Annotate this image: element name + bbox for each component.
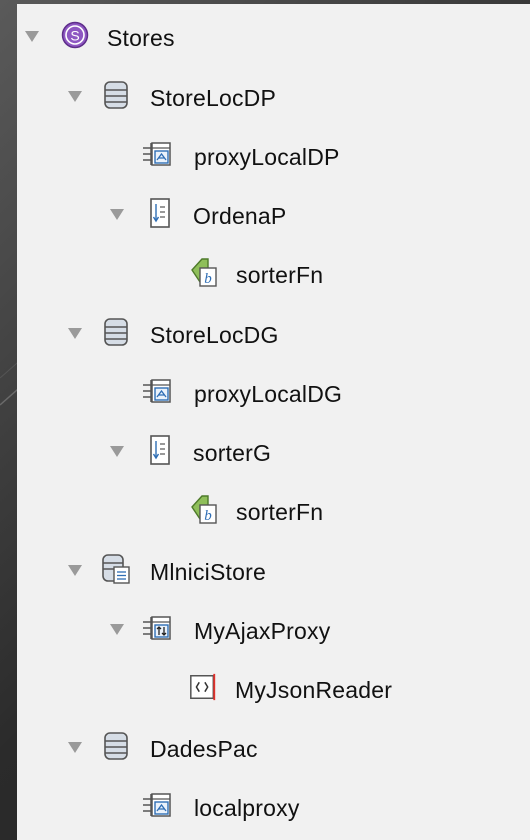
tree-node-label: MlniciStore [150, 559, 266, 585]
local-proxy-icon [142, 137, 172, 171]
sorter-icon [145, 433, 175, 467]
store-icon [101, 315, 131, 349]
tree-node-label: sorterG [193, 440, 272, 466]
stores-icon: S [60, 18, 90, 52]
tree-node-label: proxyLocalDG [194, 381, 343, 407]
tree-node-stores[interactable]: S Stores [17, 7, 530, 63]
tree-node-store[interactable]: DadesPac [17, 718, 530, 774]
tree-node-function[interactable]: b sorterFn [17, 244, 530, 300]
tree-node-label: StoreLocDP [150, 85, 277, 111]
expand-toggle[interactable] [110, 446, 124, 457]
expand-toggle[interactable] [25, 31, 39, 42]
tree-node-label: DadesPac [150, 736, 258, 762]
tree-node-label: sorterFn [236, 499, 324, 525]
json-store-icon [101, 552, 131, 586]
tree-node-label: localproxy [194, 795, 300, 821]
expand-toggle[interactable] [68, 91, 82, 102]
tree-node-label: StoreLocDG [150, 322, 279, 348]
expand-toggle[interactable] [68, 328, 82, 339]
json-reader-icon [188, 670, 218, 704]
svg-text:S: S [70, 28, 79, 44]
svg-text:b: b [204, 271, 212, 287]
expand-toggle[interactable] [110, 624, 124, 635]
local-proxy-icon [142, 788, 172, 822]
tree-node-proxy[interactable]: proxyLocalDP [17, 126, 530, 182]
function-icon: b [188, 492, 218, 526]
tree-node-store[interactable]: StoreLocDG [17, 304, 530, 360]
tree-node-sorter[interactable]: sorterG [17, 422, 530, 478]
function-icon: b [188, 255, 218, 289]
tree-node-label: proxyLocalDP [194, 144, 340, 170]
tree-node-proxy[interactable]: localproxy [17, 777, 530, 833]
expand-toggle[interactable] [110, 209, 124, 220]
tree-node-label: MyAjaxProxy [194, 618, 331, 644]
tree-node-sorter[interactable]: OrdenaP [17, 185, 530, 241]
tree-node-label: sorterFn [236, 262, 324, 288]
stores-tree-panel: S Stores StoreLocDP proxyLocalDP OrdenaP… [17, 4, 530, 840]
tree-node-label: MyJsonReader [235, 677, 393, 703]
expand-toggle[interactable] [68, 565, 82, 576]
tree-node-proxy[interactable]: MyAjaxProxy [17, 600, 530, 656]
tree-node-store[interactable]: StoreLocDP [17, 67, 530, 123]
tree-node-reader[interactable]: MyJsonReader [17, 659, 530, 715]
tree-node-store[interactable]: MlniciStore [17, 541, 530, 597]
tree-node-label: Stores [107, 25, 175, 51]
tree-node-function[interactable]: b sorterFn [17, 481, 530, 537]
local-proxy-icon [142, 374, 172, 408]
tree-node-label: OrdenaP [193, 203, 287, 229]
svg-text:b: b [204, 508, 212, 524]
expand-toggle[interactable] [68, 742, 82, 753]
tree-node-proxy[interactable]: proxyLocalDG [17, 363, 530, 419]
store-icon [101, 729, 131, 763]
ajax-proxy-icon [142, 611, 172, 645]
store-icon [101, 78, 131, 112]
sorter-icon [145, 196, 175, 230]
